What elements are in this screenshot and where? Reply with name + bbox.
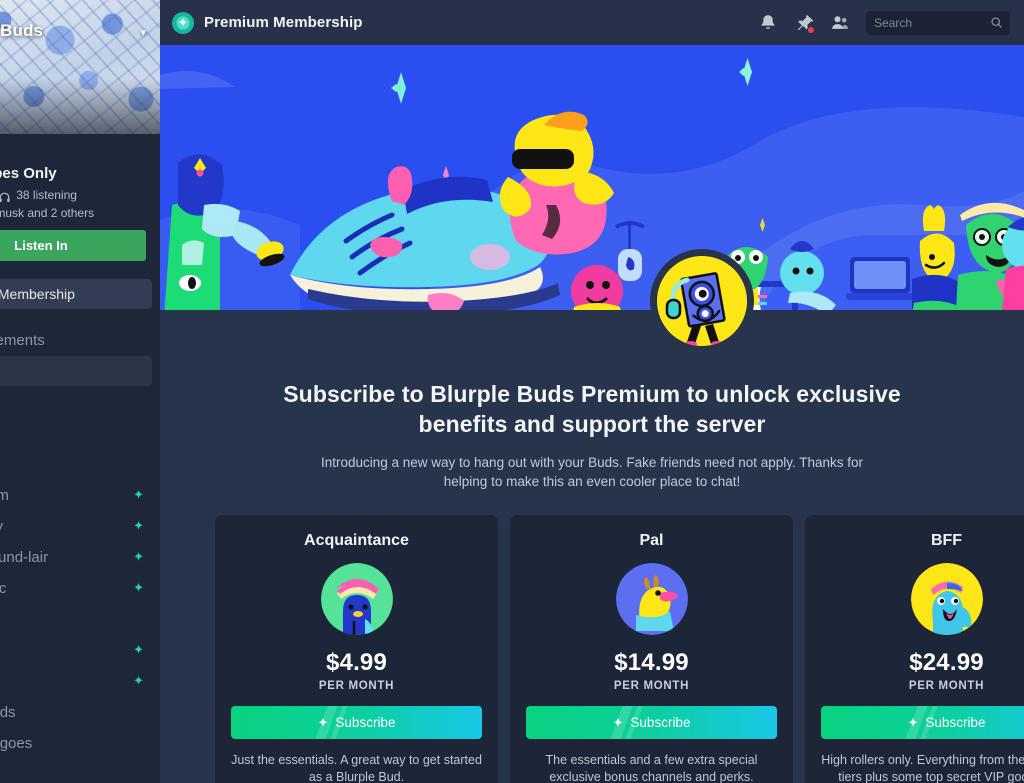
discord-window: Blurple Buds ▾ LIVE NOW Good Vibes Only … (0, 0, 1024, 783)
premium-hero-banner (160, 45, 1024, 310)
tier-period: PER MONTH (613, 680, 690, 693)
headphones-icon (0, 191, 11, 204)
channel-name: back-room (0, 486, 9, 504)
tier-card: BFF $24.99 PER MONTH ✦ Subscribe High roller… (805, 515, 1024, 783)
listen-in-button[interactable]: Listen In (0, 230, 146, 261)
page-title: Premium Membership (204, 14, 363, 31)
premium-sparkle-icon: ✦ (133, 518, 144, 533)
top-bar-actions (758, 10, 1010, 35)
channel-item-general[interactable]: general (0, 356, 152, 386)
subscribe-label: Subscribe (925, 715, 986, 731)
bell-icon[interactable] (758, 13, 778, 33)
subscribe-label: Subscribe (630, 715, 691, 731)
channel-category-header[interactable]: STUFF (0, 604, 152, 635)
tier-description: Just the essentials. A great way to get … (231, 753, 482, 783)
tier-period: PER MONTH (318, 680, 395, 693)
live-stage-meta: side-chat • 38 listening (0, 188, 146, 202)
subscribe-button[interactable]: ✦ Subscribe (231, 706, 482, 740)
search-input[interactable] (874, 15, 1002, 30)
yellow-duck-icon (615, 563, 688, 636)
top-bar: ✦ Premium Membership (160, 0, 1024, 45)
channel-list: Premium Membership announcementsgeneralw… (0, 273, 160, 783)
tier-price: $24.99 (909, 649, 984, 677)
tier-description: High rollers only. Everything from the f… (821, 753, 1024, 783)
premium-sparkle-icon: ✦ (133, 487, 144, 502)
tier-price: $4.99 (325, 649, 388, 677)
sidebar-item-premium-membership[interactable]: Premium Membership (0, 279, 152, 309)
subscribe-button[interactable]: ✦ Subscribe (821, 706, 1024, 740)
premium-sparkle-icon: ✦ (172, 11, 194, 34)
channel-item-the-rules[interactable]: the-rules (0, 418, 152, 448)
tier-card: Acquaintance $4.99 PER MONTH ✦ Subscribe Jus… (215, 515, 498, 783)
channel-category-header[interactable]: SECRET (0, 449, 152, 480)
live-now-badge: LIVE NOW (0, 146, 146, 158)
main-content: ✦ Premium Membership Search Subscribe to… (160, 0, 1024, 783)
channel-item-dark-alley[interactable]: dark-alley ✦ (0, 511, 152, 541)
unread-badge (807, 25, 815, 34)
banner-gradient-overlay (0, 78, 160, 134)
channel-name: new-friends (0, 703, 16, 721)
tier-name: BFF (930, 532, 963, 550)
pin-icon[interactable] (794, 13, 815, 34)
channel-item-anything-goes[interactable]: anything-goes (0, 728, 152, 758)
live-now-panel: LIVE NOW Good Vibes Only side-chat • 38 … (0, 134, 160, 273)
sparkle-icon: ✦ (907, 714, 919, 730)
channel-name: underground-lair (0, 548, 49, 566)
chevron-down-icon[interactable]: ▾ (140, 26, 146, 39)
channel-item-announcements[interactable]: announcements (0, 325, 152, 355)
tier-name: Pal (639, 532, 664, 550)
channel-item-whatever[interactable]: whatever✦ (0, 666, 152, 696)
live-stage-title: Good Vibes Only (0, 165, 57, 182)
sparkle-glyph: ✦ (177, 15, 189, 30)
sidebar-item-label: Premium Membership (0, 286, 75, 302)
sparkle-icon: ✦ (317, 714, 329, 730)
channel-sidebar: Blurple Buds ▾ LIVE NOW Good Vibes Only … (0, 0, 160, 783)
search-box[interactable] (866, 10, 1010, 35)
page-headline: Subscribe to Blurple Buds Premium to unl… (283, 381, 901, 437)
channel-name: anything-goes (0, 734, 33, 752)
hero-illustration (160, 45, 1024, 310)
tier-description: The essentials and a few extra special e… (545, 753, 758, 783)
premium-sparkle-icon: ✦ (133, 642, 144, 657)
channel-name: announcements (0, 331, 45, 349)
channel-item-welcome[interactable]: welcome (0, 387, 152, 417)
server-banner: Blurple Buds ▾ (0, 0, 160, 134)
blue-cap-blob-icon (910, 563, 983, 636)
channel-item-back-room[interactable]: back-room ✦ (0, 480, 152, 510)
channel-item-new-friends[interactable]: new-friends (0, 697, 152, 727)
tier-card-list: Acquaintance $4.99 PER MONTH ✦ Subscribe Jus… (160, 515, 1024, 783)
tier-price: $14.99 (614, 649, 689, 677)
pink-hat-blob-icon (320, 563, 393, 636)
premium-sparkle-icon: ✦ (133, 549, 144, 564)
members-icon[interactable] (830, 13, 850, 33)
live-participants: therealelonmusk and 2 others (0, 206, 95, 220)
subscribe-label: Subscribe (335, 715, 396, 731)
server-name: Blurple Buds (0, 21, 43, 40)
tier-card: Pal $14.99 PER MONTH ✦ Subscribe The essenti… (510, 515, 793, 783)
tier-period: PER MONTH (908, 680, 985, 693)
search-icon (990, 16, 1003, 29)
premium-sparkle-icon: ✦ (133, 673, 144, 688)
premium-sparkle-icon: ✦ (133, 580, 144, 595)
channel-item-underground-lair[interactable]: underground-lair ✦ (0, 542, 152, 572)
channel-name: dusty-attic (0, 579, 7, 597)
premium-content: Subscribe to Blurple Buds Premium to unl… (160, 310, 1024, 783)
sparkle-icon: ✦ (612, 714, 624, 730)
tier-name: Acquaintance (304, 532, 409, 550)
subscribe-button[interactable]: ✦ Subscribe (526, 706, 777, 740)
server-avatar (650, 249, 754, 353)
page-subheadline: Introducing a new way to hang out with y… (320, 454, 864, 489)
channel-name: dark-alley (0, 518, 3, 535)
channel-item-dusty-attic[interactable]: dusty-attic ✦ (0, 573, 152, 603)
channel-item-hang-out[interactable]: hang-out✦ (0, 635, 152, 665)
listening-count: 38 listening (16, 188, 77, 202)
speaker-mascot-icon (657, 256, 747, 346)
